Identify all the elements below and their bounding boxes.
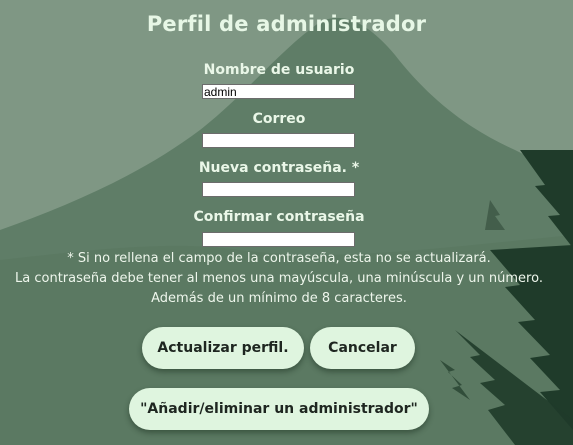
- cancel-button[interactable]: Cancelar: [310, 327, 415, 369]
- page-title: Perfil de administrador: [146, 12, 427, 36]
- password-note-line-2: La contraseña debe tener al menos una ma…: [15, 271, 543, 286]
- new-password-field[interactable]: [202, 182, 355, 197]
- update-profile-button[interactable]: Actualizar perfil.: [142, 327, 304, 369]
- password-note-line-1: * Si no rellena el campo de la contraseñ…: [67, 251, 491, 266]
- password-note-line-3: Además de un mínimo de 8 caracteres.: [151, 291, 407, 306]
- manage-administrators-button[interactable]: "Añadir/eliminar un administrador": [129, 388, 429, 430]
- username-label: Nombre de usuario: [203, 62, 355, 78]
- confirm-password-label: Confirmar contraseña: [193, 209, 365, 225]
- confirm-password-field[interactable]: [202, 232, 355, 247]
- username-field[interactable]: [202, 84, 355, 99]
- new-password-label: Nueva contraseña. *: [198, 160, 360, 176]
- email-label: Correo: [252, 111, 306, 127]
- email-field[interactable]: [202, 133, 355, 148]
